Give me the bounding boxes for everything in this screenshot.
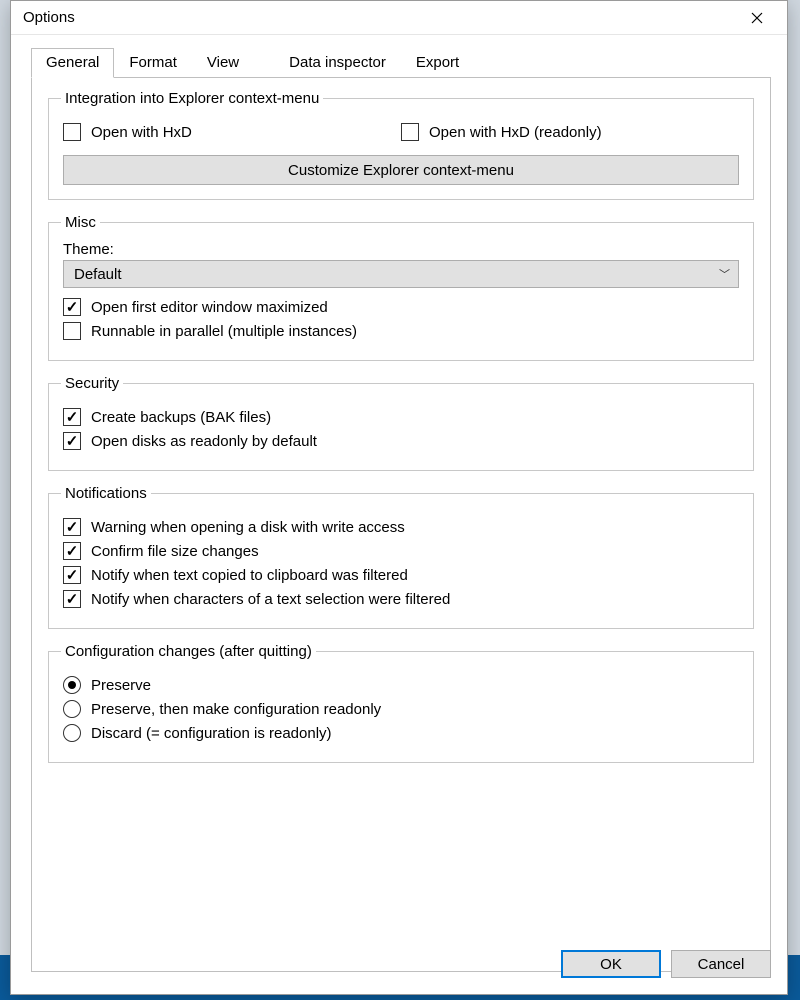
radio-preserve[interactable] (63, 676, 81, 694)
options-dialog: Options General Format View Data inspect… (10, 0, 788, 995)
checkbox-notify-clipboard-filtered[interactable] (63, 566, 81, 584)
checkbox-open-disks-readonly[interactable] (63, 432, 81, 450)
close-button[interactable] (737, 4, 777, 32)
titlebar: Options (11, 1, 787, 35)
label-open-maximized: Open first editor window maximized (91, 299, 328, 316)
tab-data-inspector[interactable]: Data inspector (274, 48, 401, 78)
cancel-button[interactable]: Cancel (671, 950, 771, 978)
chevron-down-icon: ﹀ (719, 266, 730, 282)
label-notify-selection-filtered: Notify when characters of a text selecti… (91, 591, 450, 608)
ok-button[interactable]: OK (561, 950, 661, 978)
window-title: Options (23, 9, 75, 26)
label-open-with-hxd: Open with HxD (91, 124, 192, 141)
group-security: Security Create backups (BAK files) Open… (48, 375, 754, 471)
group-integration: Integration into Explorer context-menu O… (48, 90, 754, 200)
tab-panel-general: Integration into Explorer context-menu O… (31, 78, 771, 972)
checkbox-confirm-file-size[interactable] (63, 542, 81, 560)
tab-gap (254, 47, 274, 77)
customize-context-menu-button[interactable]: Customize Explorer context-menu (63, 155, 739, 185)
label-runnable-parallel: Runnable in parallel (multiple instances… (91, 323, 357, 340)
group-config-changes: Configuration changes (after quitting) P… (48, 643, 754, 763)
theme-select[interactable]: Default ﹀ (63, 260, 739, 288)
tab-view[interactable]: View (192, 48, 254, 78)
theme-select-value: Default (74, 266, 122, 283)
label-preserve: Preserve (91, 677, 151, 694)
theme-label: Theme: (63, 241, 739, 258)
label-open-with-hxd-readonly: Open with HxD (readonly) (429, 124, 602, 141)
tab-export[interactable]: Export (401, 48, 474, 78)
label-create-backups: Create backups (BAK files) (91, 409, 271, 426)
checkbox-open-with-hxd-readonly[interactable] (401, 123, 419, 141)
checkbox-open-with-hxd[interactable] (63, 123, 81, 141)
label-warning-write-access: Warning when opening a disk with write a… (91, 519, 405, 536)
dialog-content: General Format View Data inspector Expor… (11, 35, 787, 972)
checkbox-create-backups[interactable] (63, 408, 81, 426)
radio-preserve-readonly[interactable] (63, 700, 81, 718)
group-integration-legend: Integration into Explorer context-menu (61, 90, 323, 107)
checkbox-open-maximized[interactable] (63, 298, 81, 316)
label-preserve-readonly: Preserve, then make configuration readon… (91, 701, 381, 718)
group-notifications: Notifications Warning when opening a dis… (48, 485, 754, 629)
tab-strip: General Format View Data inspector Expor… (31, 47, 771, 78)
dialog-button-row: OK Cancel (561, 950, 771, 978)
group-config-changes-legend: Configuration changes (after quitting) (61, 643, 316, 660)
group-misc: Misc Theme: Default ﹀ Open first editor … (48, 214, 754, 361)
radio-discard[interactable] (63, 724, 81, 742)
tab-general[interactable]: General (31, 48, 114, 78)
label-discard: Discard (= configuration is readonly) (91, 725, 332, 742)
group-notifications-legend: Notifications (61, 485, 151, 502)
checkbox-warning-write-access[interactable] (63, 518, 81, 536)
label-notify-clipboard-filtered: Notify when text copied to clipboard was… (91, 567, 408, 584)
close-icon (751, 12, 763, 24)
checkbox-notify-selection-filtered[interactable] (63, 590, 81, 608)
checkbox-runnable-parallel[interactable] (63, 322, 81, 340)
group-misc-legend: Misc (61, 214, 100, 231)
label-open-disks-readonly: Open disks as readonly by default (91, 433, 317, 450)
group-security-legend: Security (61, 375, 123, 392)
label-confirm-file-size: Confirm file size changes (91, 543, 259, 560)
tab-format[interactable]: Format (114, 48, 192, 78)
